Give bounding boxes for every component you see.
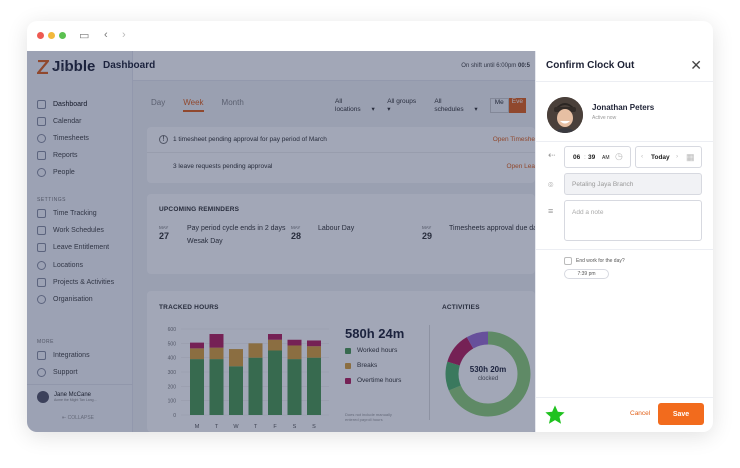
modal-overlay[interactable] [27, 51, 535, 432]
calendar-icon[interactable]: ▦ [686, 152, 695, 163]
person-photo [547, 97, 583, 133]
divider [536, 141, 713, 142]
end-time-chip[interactable]: 7:39 pm [564, 269, 609, 279]
divider [536, 81, 713, 82]
location-value: Petaling Jaya Branch [572, 181, 634, 188]
minute-field[interactable]: 39 [588, 154, 595, 161]
clock-out-panel: Confirm Clock Out ✕ Jonathan Peters Acti… [535, 51, 713, 432]
user-avatar [547, 97, 583, 133]
employee-name: Jonathan Peters [592, 103, 655, 112]
maximize-window-dot[interactable] [59, 32, 66, 39]
clock-out-icon: ⇠ [548, 150, 556, 160]
close-window-dot[interactable] [37, 32, 44, 39]
save-button[interactable]: Save [658, 403, 704, 425]
forward-icon[interactable]: › [122, 29, 126, 41]
app-window: ▭ ‹ › Jibble 2.0 BETA Dashboard Calendar… [27, 21, 713, 432]
note-icon: ≡ [548, 206, 554, 216]
divider [536, 249, 713, 250]
prev-day-icon[interactable]: ‹ [641, 153, 643, 160]
date-picker[interactable]: ‹ Today › ▦ [635, 146, 702, 168]
note-input[interactable]: Add a note [564, 200, 702, 241]
end-work-label: End work for the day? [576, 258, 625, 264]
panel-title: Confirm Clock Out [546, 60, 635, 71]
sidebar-toggle-icon[interactable]: ▭ [79, 29, 89, 42]
close-icon[interactable]: ✕ [690, 57, 702, 74]
divider [536, 397, 713, 398]
star-icon [545, 405, 565, 424]
location-pin-icon: ⌾ [548, 180, 554, 190]
window-titlebar: ▭ ‹ › [27, 21, 713, 51]
location-field[interactable]: Petaling Jaya Branch [564, 173, 702, 195]
employee-status: Active now [592, 115, 617, 121]
cancel-button[interactable]: Cancel [630, 410, 650, 417]
ampm-field[interactable]: AM [602, 155, 610, 161]
end-work-checkbox[interactable] [564, 257, 572, 265]
next-day-icon[interactable]: › [676, 153, 678, 160]
minimize-window-dot[interactable] [48, 32, 55, 39]
note-placeholder: Add a note [572, 209, 604, 216]
clock-icon: ◷ [615, 151, 623, 161]
date-label: Today [651, 154, 670, 161]
hour-field[interactable]: 06 [573, 154, 580, 161]
time-picker[interactable]: 06 : 39 AM ◷ [564, 146, 631, 168]
back-icon[interactable]: ‹ [104, 29, 108, 41]
